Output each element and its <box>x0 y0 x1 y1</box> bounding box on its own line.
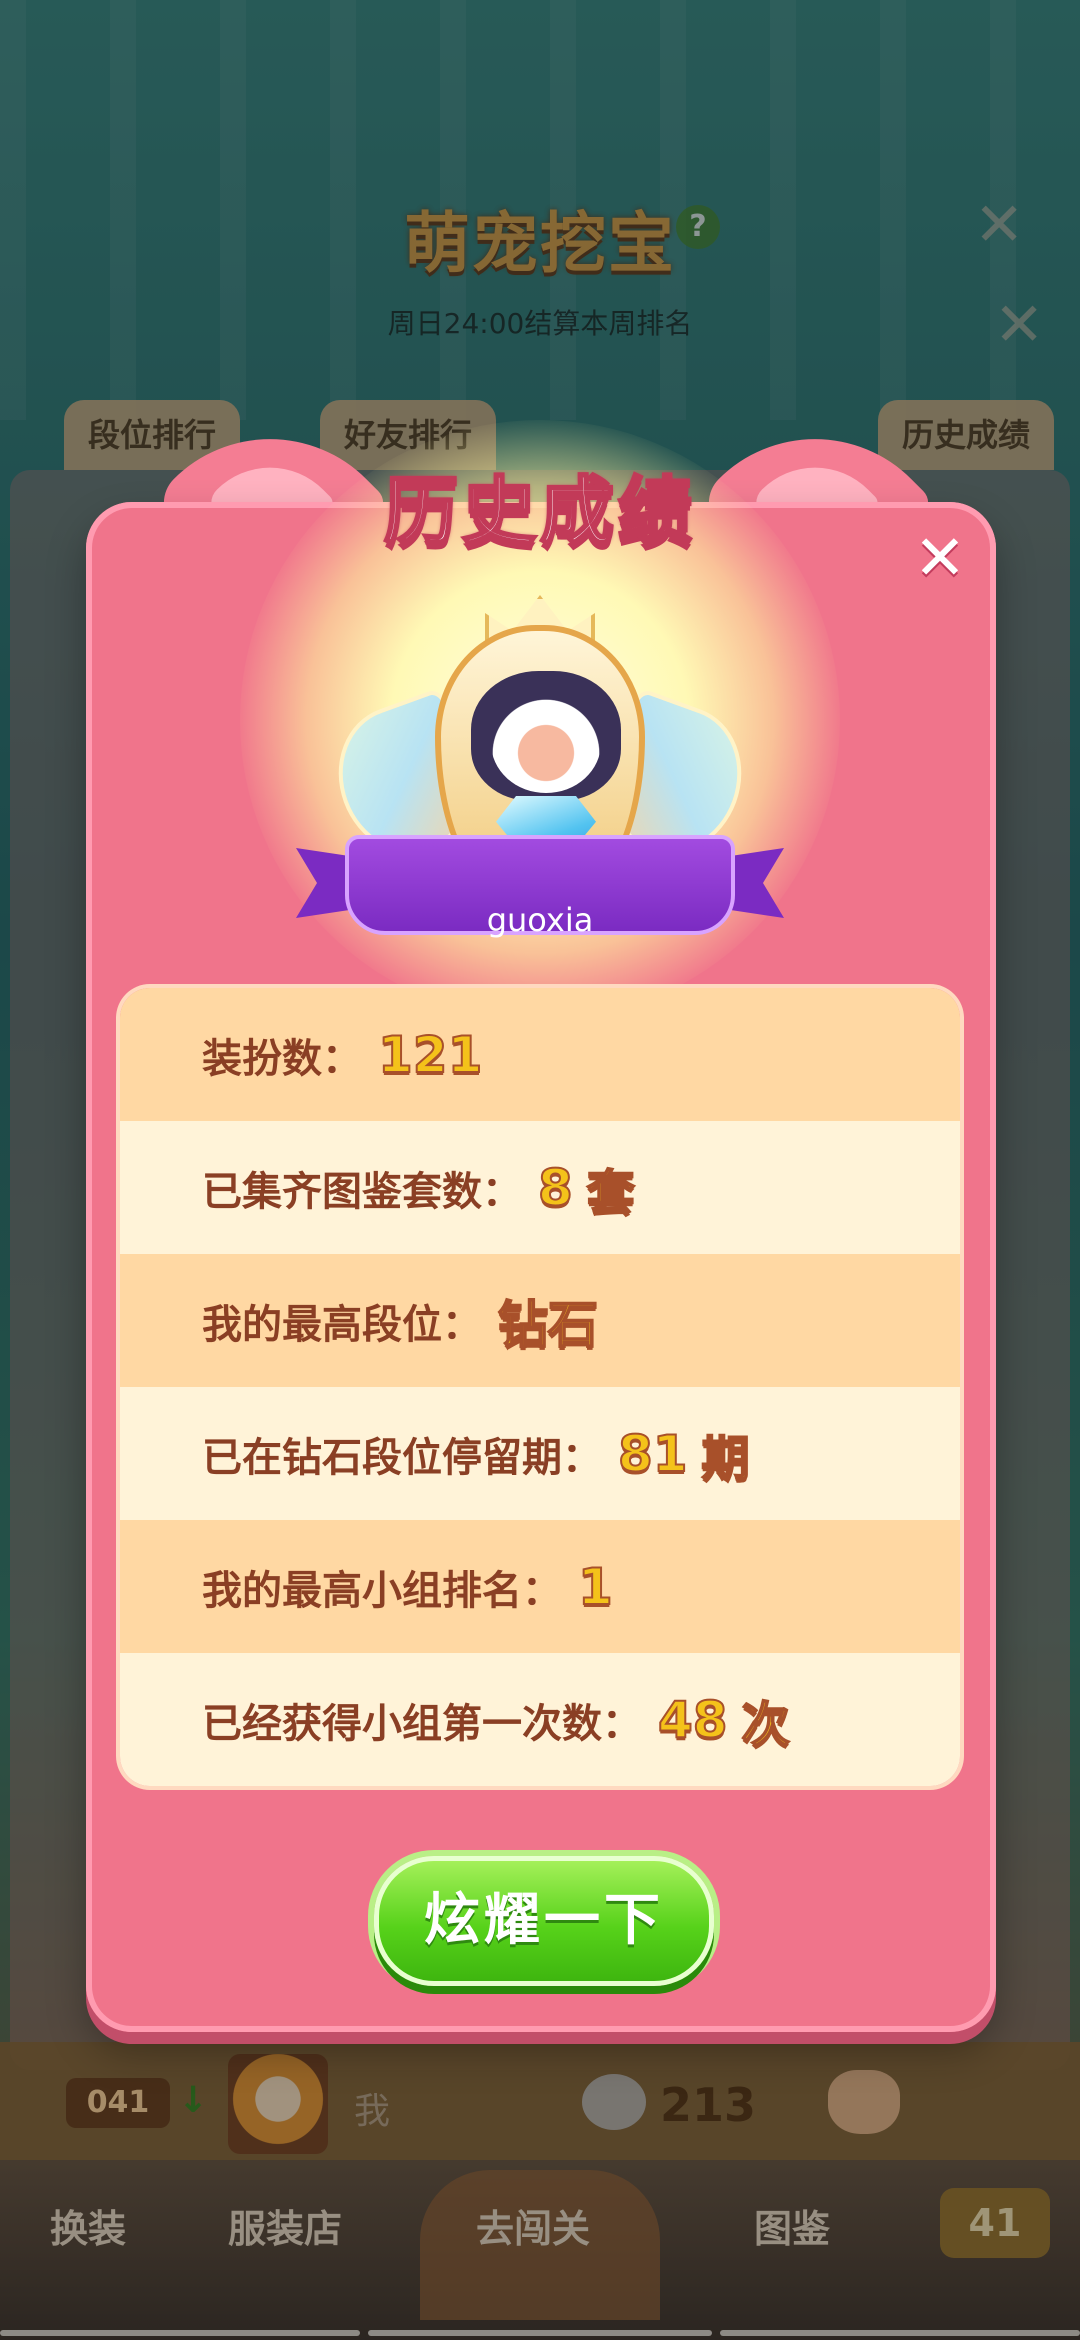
stat-unit: 次 <box>741 1696 791 1754</box>
show-off-button[interactable]: 炫耀一下 <box>374 1856 714 1986</box>
stat-value: 81 <box>617 1424 689 1484</box>
close-icon[interactable]: ✕ <box>906 524 974 592</box>
stat-value: 1 <box>577 1557 614 1617</box>
badge-player-name: guoxia <box>486 901 594 939</box>
stat-row-group-first-count: 已经获得小组第一次数： 48 次 <box>120 1653 960 1786</box>
stat-value: 121 <box>377 1025 483 1085</box>
stat-unit: 期 <box>701 1430 751 1488</box>
stat-label: 已经获得小组第一次数： <box>202 1700 642 1747</box>
stat-row-best-group-rank: 我的最高小组排名： 1 <box>120 1520 960 1653</box>
sheep-avatar-icon <box>491 693 601 793</box>
stat-row-outfits: 装扮数： 121 <box>120 988 960 1121</box>
stats-list: 装扮数： 121 已集齐图鉴套数： 8 套 我的最高段位： 钻石 已在钻石段位停… <box>120 988 960 1786</box>
stat-unit: 套 <box>586 1164 636 1222</box>
stat-label: 装扮数： <box>202 1035 362 1082</box>
stat-label: 我的最高小组排名： <box>202 1567 562 1614</box>
stat-label: 我的最高段位： <box>202 1301 482 1348</box>
stat-value: 钻石 <box>497 1295 599 1355</box>
stat-row-highest-tier: 我的最高段位： 钻石 <box>120 1254 960 1387</box>
stat-value: 48 <box>657 1690 729 1750</box>
stat-label: 已在钻石段位停留期： <box>202 1434 602 1481</box>
stat-row-diamond-periods: 已在钻石段位停留期： 81 期 <box>120 1387 960 1520</box>
stat-label: 已集齐图鉴套数： <box>202 1168 522 1215</box>
stat-value: 8 <box>537 1158 574 1218</box>
stat-row-collection-sets: 已集齐图鉴套数： 8 套 <box>120 1121 960 1254</box>
